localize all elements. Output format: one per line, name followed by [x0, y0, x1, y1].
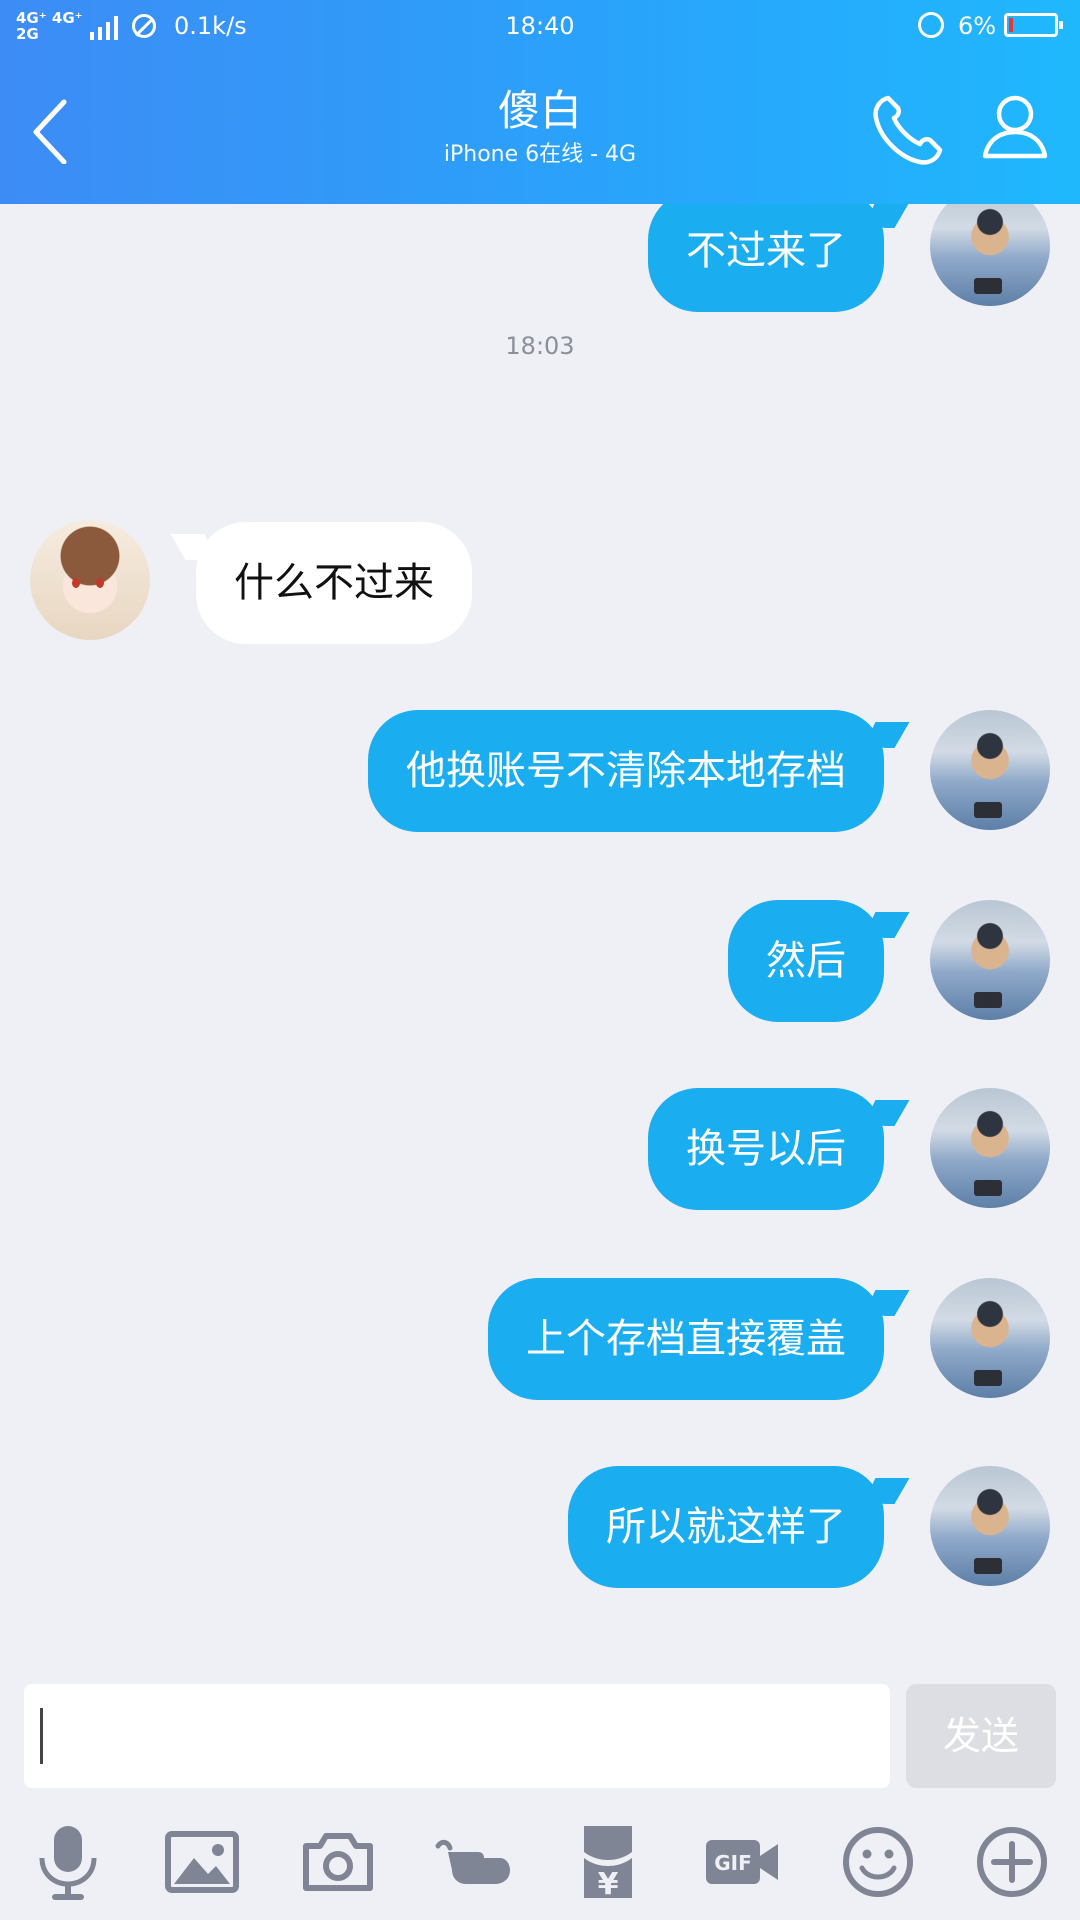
photo-button[interactable] — [152, 1812, 252, 1912]
message-list[interactable]: 不过来了 18:03 什么不过来 他换账号不清除本地存档 然后 换号以后 上个存… — [0, 204, 1080, 1670]
red-packet-icon: ¥ — [584, 1826, 632, 1902]
message-bubble-sent[interactable]: 所以就这样了 — [568, 1466, 884, 1588]
battery-percent: 6% — [958, 12, 997, 40]
camera-button[interactable] — [288, 1812, 388, 1912]
gif-button[interactable]: GIF — [692, 1812, 792, 1912]
message-bubble-received[interactable]: 什么不过来 — [196, 522, 472, 644]
my-avatar[interactable] — [930, 900, 1050, 1020]
message-bubble-sent[interactable]: 不过来了 — [648, 204, 884, 312]
gif-icon: GIF — [706, 1840, 778, 1884]
message-bubble-sent[interactable]: 他换账号不清除本地存档 — [368, 710, 884, 832]
friend-avatar[interactable] — [30, 520, 150, 640]
message-bubble-sent[interactable]: 然后 — [728, 900, 884, 1022]
red-packet-button[interactable]: ¥ — [558, 1812, 658, 1912]
my-avatar[interactable] — [930, 1088, 1050, 1208]
send-button[interactable]: 发送 — [906, 1684, 1056, 1788]
phone-call-icon[interactable] — [870, 92, 946, 168]
alarm-icon — [918, 12, 944, 38]
message-timestamp: 18:03 — [505, 332, 575, 360]
input-toolbar: ¥ GIF — [0, 1812, 1080, 1920]
poke-button[interactable] — [424, 1812, 524, 1912]
poke-hand-icon — [435, 1839, 510, 1884]
emoji-icon — [843, 1827, 913, 1897]
emoji-button[interactable] — [828, 1812, 928, 1912]
message-bubble-sent[interactable]: 上个存档直接覆盖 — [488, 1278, 884, 1400]
microphone-icon — [39, 1826, 97, 1900]
camera-icon — [303, 1833, 373, 1891]
profile-icon[interactable] — [980, 92, 1050, 162]
status-bar: 4G⁺ 4G⁺ 2G 0.1k/s 18:40 6% — [0, 0, 1080, 56]
chat-header: 4G⁺ 4G⁺ 2G 0.1k/s 18:40 6% 傻白 iPhone 6在线… — [0, 0, 1080, 204]
voice-button[interactable] — [18, 1812, 118, 1912]
image-icon — [165, 1831, 239, 1893]
packet-symbol: ¥ — [598, 1867, 619, 1902]
battery-icon — [1004, 13, 1063, 37]
message-bubble-sent[interactable]: 换号以后 — [648, 1088, 884, 1210]
my-avatar[interactable] — [930, 1466, 1050, 1586]
my-avatar[interactable] — [930, 710, 1050, 830]
my-avatar[interactable] — [930, 204, 1050, 306]
message-input[interactable] — [24, 1684, 890, 1788]
gif-label: GIF — [714, 1851, 752, 1875]
my-avatar[interactable] — [930, 1278, 1050, 1398]
composer: 发送 ¥ GIF — [0, 1670, 1080, 1920]
plus-icon — [977, 1827, 1047, 1897]
text-cursor — [40, 1708, 43, 1764]
more-button[interactable] — [962, 1812, 1062, 1912]
